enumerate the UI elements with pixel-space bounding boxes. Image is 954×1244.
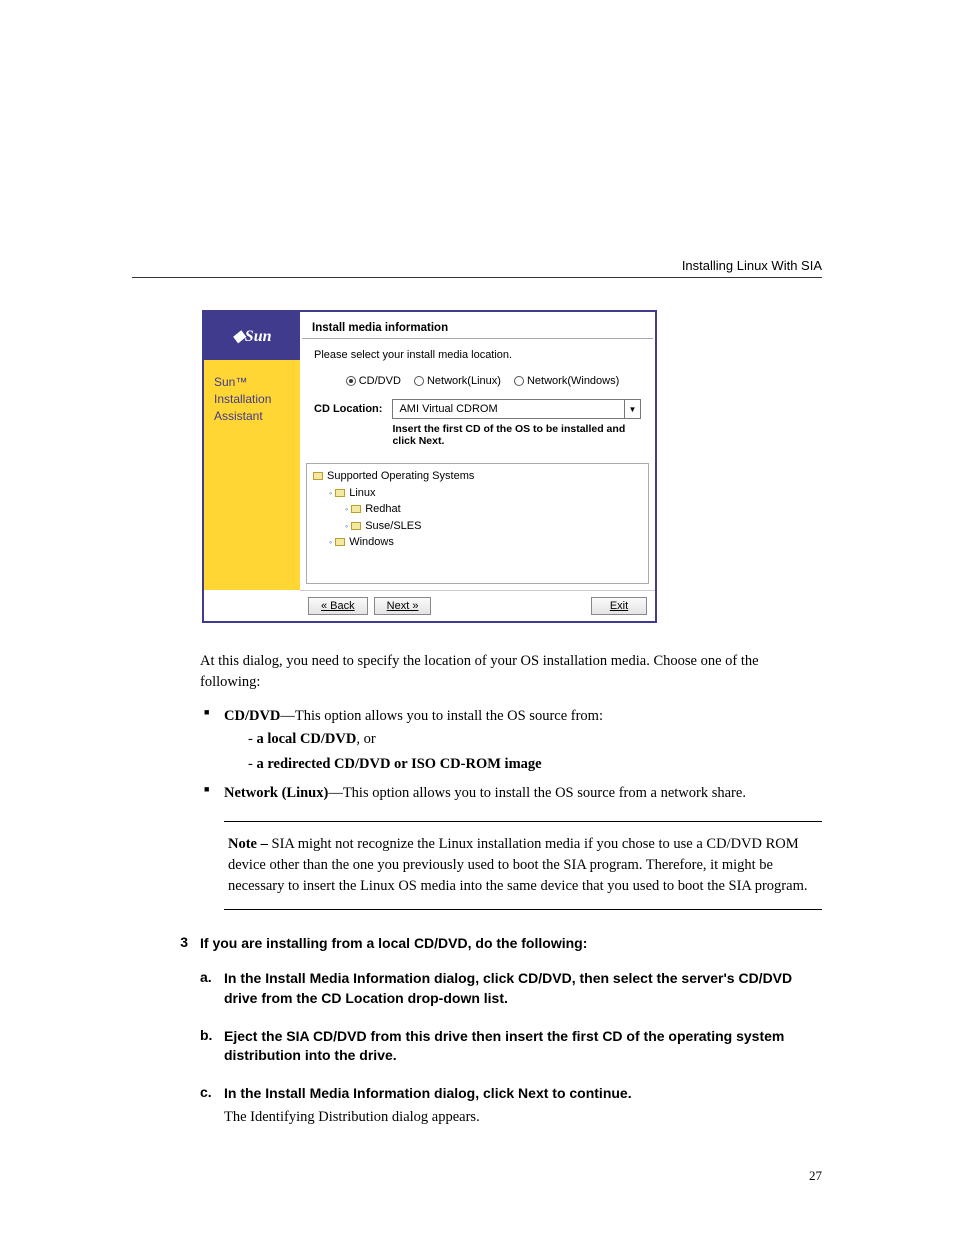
tree-expand-icon[interactable]: ◦ <box>329 537 332 547</box>
tree-windows[interactable]: Windows <box>349 536 394 548</box>
cd-location-label: CD Location: <box>314 399 382 415</box>
exit-button[interactable]: Exit <box>591 597 647 615</box>
page-number: 27 <box>132 1168 822 1184</box>
sun-logo: ◆Sun <box>204 312 300 360</box>
substep-letter: b. <box>200 1027 224 1066</box>
substep-text: Eject the SIA CD/DVD from this drive the… <box>224 1027 822 1066</box>
cd-location-value: AMI Virtual CDROM <box>399 403 497 415</box>
chevron-down-icon[interactable]: ▼ <box>624 400 640 418</box>
folder-icon <box>313 472 323 480</box>
sidebar-title: Sun™ Installation Assistant <box>204 360 300 590</box>
substep-c: c. In the Install Media Information dial… <box>200 1084 822 1128</box>
substep-a: a. In the Install Media Information dial… <box>200 969 822 1008</box>
option-network-linux: Network (Linux)—This option allows you t… <box>200 782 822 804</box>
folder-icon <box>351 522 361 530</box>
dialog-button-bar: « Back Next » Exit <box>300 590 655 621</box>
radio-net-windows[interactable] <box>514 376 524 386</box>
substep-text: In the Install Media Information dialog,… <box>224 1084 822 1128</box>
next-button[interactable]: Next » <box>374 597 432 615</box>
tree-expand-icon[interactable]: ◦ <box>345 521 348 531</box>
install-media-dialog: ◆Sun Sun™ Installation Assistant Install… <box>202 310 657 623</box>
tree-expand-icon[interactable]: ◦ <box>345 504 348 514</box>
tree-suse[interactable]: Suse/SLES <box>365 520 421 532</box>
note-box: Note – SIA might not recognize the Linux… <box>224 821 822 910</box>
substep-follow: The Identifying Distribution dialog appe… <box>224 1107 822 1127</box>
folder-icon <box>351 505 361 513</box>
page-header: Installing Linux With SIA <box>132 258 822 278</box>
cd-helper-text: Insert the first CD of the OS to be inst… <box>392 419 641 447</box>
radio-cddvd[interactable] <box>346 376 356 386</box>
radio-net-linux-label: Network(Linux) <box>427 375 501 387</box>
radio-net-windows-label: Network(Windows) <box>527 375 619 387</box>
substep-letter: a. <box>200 969 224 1008</box>
back-button[interactable]: « Back <box>308 597 368 615</box>
tree-redhat[interactable]: Redhat <box>365 503 400 515</box>
step-text: If you are installing from a local CD/DV… <box>200 934 822 954</box>
radio-net-linux[interactable] <box>414 376 424 386</box>
folder-icon <box>335 538 345 546</box>
supported-os-tree: Supported Operating Systems ◦Linux ◦Redh… <box>306 463 649 584</box>
step-3: 3 If you are installing from a local CD/… <box>174 934 822 954</box>
dialog-sidebar: ◆Sun Sun™ Installation Assistant <box>204 312 300 590</box>
tree-expand-icon[interactable]: ◦ <box>329 488 332 498</box>
tree-root: Supported Operating Systems <box>327 470 474 482</box>
substep-letter: c. <box>200 1084 224 1128</box>
dialog-main: Install media information Please select … <box>300 312 655 590</box>
cd-location-select[interactable]: AMI Virtual CDROM ▼ <box>392 399 641 419</box>
media-type-radios: CD/DVD Network(Linux) Network(Windows) <box>300 369 655 399</box>
dialog-subtitle: Please select your install media locatio… <box>300 349 655 369</box>
sidebar-line: Assistant <box>214 408 290 425</box>
tree-linux[interactable]: Linux <box>349 487 375 499</box>
option-list: CD/DVD—This option allows you to install… <box>200 705 822 805</box>
radio-cddvd-label: CD/DVD <box>359 375 401 387</box>
option-cddvd: CD/DVD—This option allows you to install… <box>200 705 822 777</box>
substep-text: In the Install Media Information dialog,… <box>224 969 822 1008</box>
sidebar-line: Installation <box>214 391 290 408</box>
step-number: 3 <box>174 934 200 954</box>
dialog-title: Install media information <box>302 312 653 339</box>
intro-paragraph: At this dialog, you need to specify the … <box>200 651 822 693</box>
folder-icon <box>335 489 345 497</box>
substep-b: b. Eject the SIA CD/DVD from this drive … <box>200 1027 822 1066</box>
sidebar-line: Sun™ <box>214 374 290 391</box>
